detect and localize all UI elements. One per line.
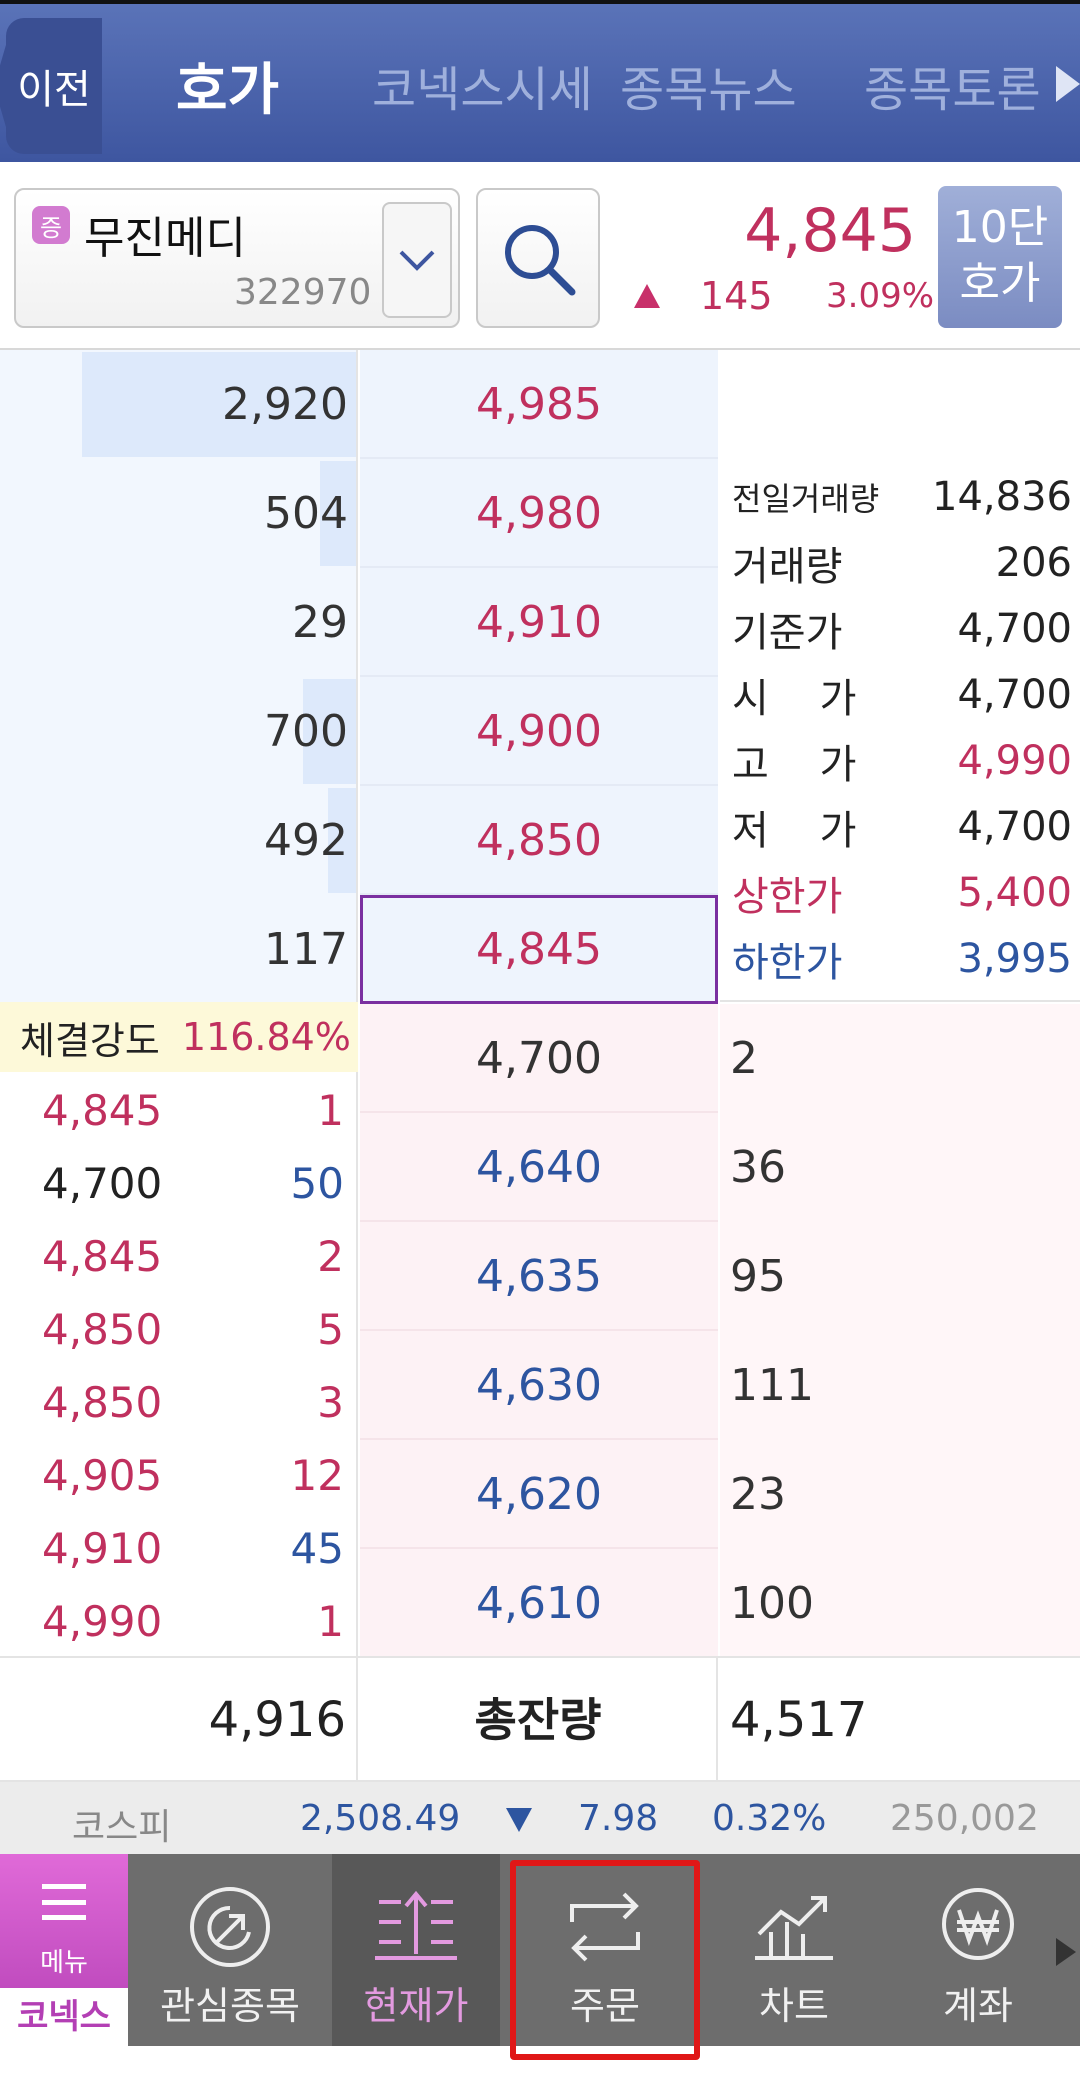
target-icon bbox=[190, 1887, 270, 1967]
nav-account-label: 계좌 bbox=[943, 1984, 1013, 2028]
ask-price[interactable]: 4,980 bbox=[360, 459, 718, 568]
trade-row: 4,845 1 bbox=[42, 1086, 344, 1135]
current-price-icon bbox=[375, 1890, 457, 1960]
index-volume: 250,002 bbox=[890, 1798, 1039, 1839]
trade-strength-label: 체결강도 bbox=[20, 1018, 160, 1063]
ten-step-label-2: 호가 bbox=[959, 258, 1041, 309]
ten-step-label-1: 10단 bbox=[951, 202, 1049, 253]
bid-total: 4,517 bbox=[730, 1692, 868, 1748]
chart-icon bbox=[755, 1896, 833, 1960]
nav-current-price-label: 현재가 bbox=[363, 1984, 469, 2028]
trade-row: 4,850 5 bbox=[42, 1305, 344, 1354]
stat-high-price: 고 가 4,990 bbox=[732, 738, 1072, 788]
ask-total: 4,916 bbox=[0, 1658, 358, 1782]
stock-name: 무진메디 bbox=[84, 213, 246, 264]
ask-quantity: 504 bbox=[264, 488, 348, 539]
bid-price[interactable]: 4,630 bbox=[360, 1331, 718, 1440]
bid-price[interactable]: 4,640 bbox=[360, 1113, 718, 1222]
market-badge: 증 bbox=[32, 206, 70, 244]
trade-row: 4,700 50 bbox=[42, 1159, 344, 1208]
ask-price[interactable]: 4,910 bbox=[360, 568, 718, 677]
bid-quantity: 2 bbox=[730, 1033, 758, 1084]
stat-upper-limit: 상한가 5,400 bbox=[732, 870, 1072, 920]
menu-label: 메뉴 bbox=[40, 1948, 88, 1978]
trade-row: 4,905 12 bbox=[42, 1451, 344, 1500]
bid-price[interactable]: 4,610 bbox=[360, 1549, 718, 1658]
totals-label: 총잔량 bbox=[360, 1658, 718, 1782]
bid-price[interactable]: 4,620 bbox=[360, 1440, 718, 1549]
stat-open-price: 시 가 4,700 bbox=[732, 672, 1072, 722]
trade-row: 4,910 45 bbox=[42, 1524, 344, 1573]
ask-price[interactable]: 4,900 bbox=[360, 677, 718, 786]
stat-lower-limit: 하한가 3,995 bbox=[732, 936, 1072, 986]
back-button[interactable]: 이전 bbox=[0, 18, 102, 154]
ask-quantity: 117 bbox=[264, 924, 348, 975]
menu-button[interactable]: 메뉴 코넥스 bbox=[0, 1854, 128, 2046]
order-highlight-box bbox=[510, 1860, 700, 2060]
current-price: 4,845 bbox=[744, 196, 916, 266]
stat-volume: 거래량 206 bbox=[732, 540, 1072, 590]
tab-hoga[interactable]: 호가 bbox=[176, 4, 279, 166]
index-value: 2,508.49 bbox=[300, 1798, 461, 1839]
trade-strength: 체결강도 116.84% bbox=[0, 1002, 358, 1072]
bid-quantity: 23 bbox=[730, 1469, 786, 1520]
hamburger-icon bbox=[42, 1884, 86, 1920]
bid-price[interactable]: 4,700 bbox=[360, 1004, 718, 1113]
trade-row: 4,850 3 bbox=[42, 1378, 344, 1427]
nav-scroll-right-icon[interactable] bbox=[1056, 1938, 1076, 1966]
market-index-bar[interactable]: 코스피 2,508.49 7.98 0.32% 250,002 bbox=[0, 1782, 1080, 1854]
search-button[interactable] bbox=[476, 188, 600, 328]
top-header: 이전 호가 코넥스시세 종목뉴스 종목토론 bbox=[0, 0, 1080, 162]
down-triangle-icon bbox=[506, 1808, 532, 1832]
index-change: 7.98 bbox=[578, 1798, 659, 1839]
chevron-down-icon bbox=[399, 250, 435, 271]
nav-current-price[interactable]: 현재가 bbox=[332, 1854, 500, 2046]
trade-row: 4,845 2 bbox=[42, 1232, 344, 1281]
stock-selector[interactable]: 증 무진메디 322970 bbox=[14, 188, 460, 328]
won-icon bbox=[942, 1888, 1014, 1960]
index-change-percent: 0.32% bbox=[712, 1798, 827, 1839]
current-price-cell[interactable]: 4,845 bbox=[360, 895, 718, 1004]
bid-quantity: 36 bbox=[730, 1142, 786, 1193]
tab-scroll-right-icon[interactable] bbox=[1056, 66, 1080, 102]
nav-chart-label: 차트 bbox=[759, 1984, 829, 2028]
nav-watchlist[interactable]: 관심종목 bbox=[140, 1854, 320, 2046]
ask-price[interactable]: 4,850 bbox=[360, 786, 718, 895]
totals-row: 4,916 총잔량 4,517 bbox=[0, 1656, 1080, 1782]
bid-price[interactable]: 4,635 bbox=[360, 1222, 718, 1331]
trade-strength-value: 116.84% bbox=[181, 1015, 351, 1059]
tab-stock-discussion[interactable]: 종목토론 bbox=[864, 4, 1041, 166]
ask-quantity: 492 bbox=[264, 815, 348, 866]
ask-quantity: 700 bbox=[264, 706, 348, 757]
stock-dropdown-button[interactable] bbox=[382, 202, 452, 318]
stock-stats-panel: 전일거래량 14,836 거래량 206 기준가 4,700 시 가 4,700 고 가… bbox=[720, 350, 1080, 1002]
price-change-percent: 3.09% bbox=[826, 276, 935, 316]
ten-step-hoga-button[interactable]: 10단 호가 bbox=[938, 186, 1062, 328]
stock-info-bar: 증 무진메디 322970 4,845 145 3.09% 10단 호가 bbox=[0, 162, 1080, 350]
stat-low-price: 저 가 4,700 bbox=[732, 804, 1072, 854]
stat-base-price: 기준가 4,700 bbox=[732, 606, 1072, 656]
price-change: 145 bbox=[700, 274, 773, 318]
tab-konex-quotes[interactable]: 코넥스시세 bbox=[372, 4, 593, 166]
recent-trades-panel: 체결강도 116.84% 4,845 1 4,700 50 4,845 2 4,850… bbox=[0, 1002, 358, 1656]
bid-quantity: 95 bbox=[730, 1251, 786, 1302]
trade-row: 4,990 1 bbox=[42, 1597, 344, 1646]
bid-quantity: 111 bbox=[730, 1360, 814, 1411]
up-triangle-icon bbox=[634, 284, 660, 308]
nav-account[interactable]: 계좌 bbox=[894, 1854, 1062, 2046]
stock-code: 322970 bbox=[234, 272, 372, 313]
bid-quantity: 100 bbox=[730, 1578, 814, 1629]
nav-watchlist-label: 관심종목 bbox=[160, 1984, 300, 2028]
ask-quantity: 29 bbox=[292, 597, 348, 648]
ask-quantity: 2,920 bbox=[222, 379, 348, 430]
index-name: 코스피 bbox=[72, 1807, 172, 1848]
nav-chart[interactable]: 차트 bbox=[706, 1854, 882, 2046]
stat-prev-volume: 전일거래량 14,836 bbox=[732, 474, 1072, 520]
tab-stock-news[interactable]: 종목뉴스 bbox=[620, 4, 797, 166]
search-icon bbox=[505, 225, 576, 296]
konex-brand: 코넥스 bbox=[0, 1988, 128, 2046]
ask-price[interactable]: 4,985 bbox=[360, 350, 718, 459]
